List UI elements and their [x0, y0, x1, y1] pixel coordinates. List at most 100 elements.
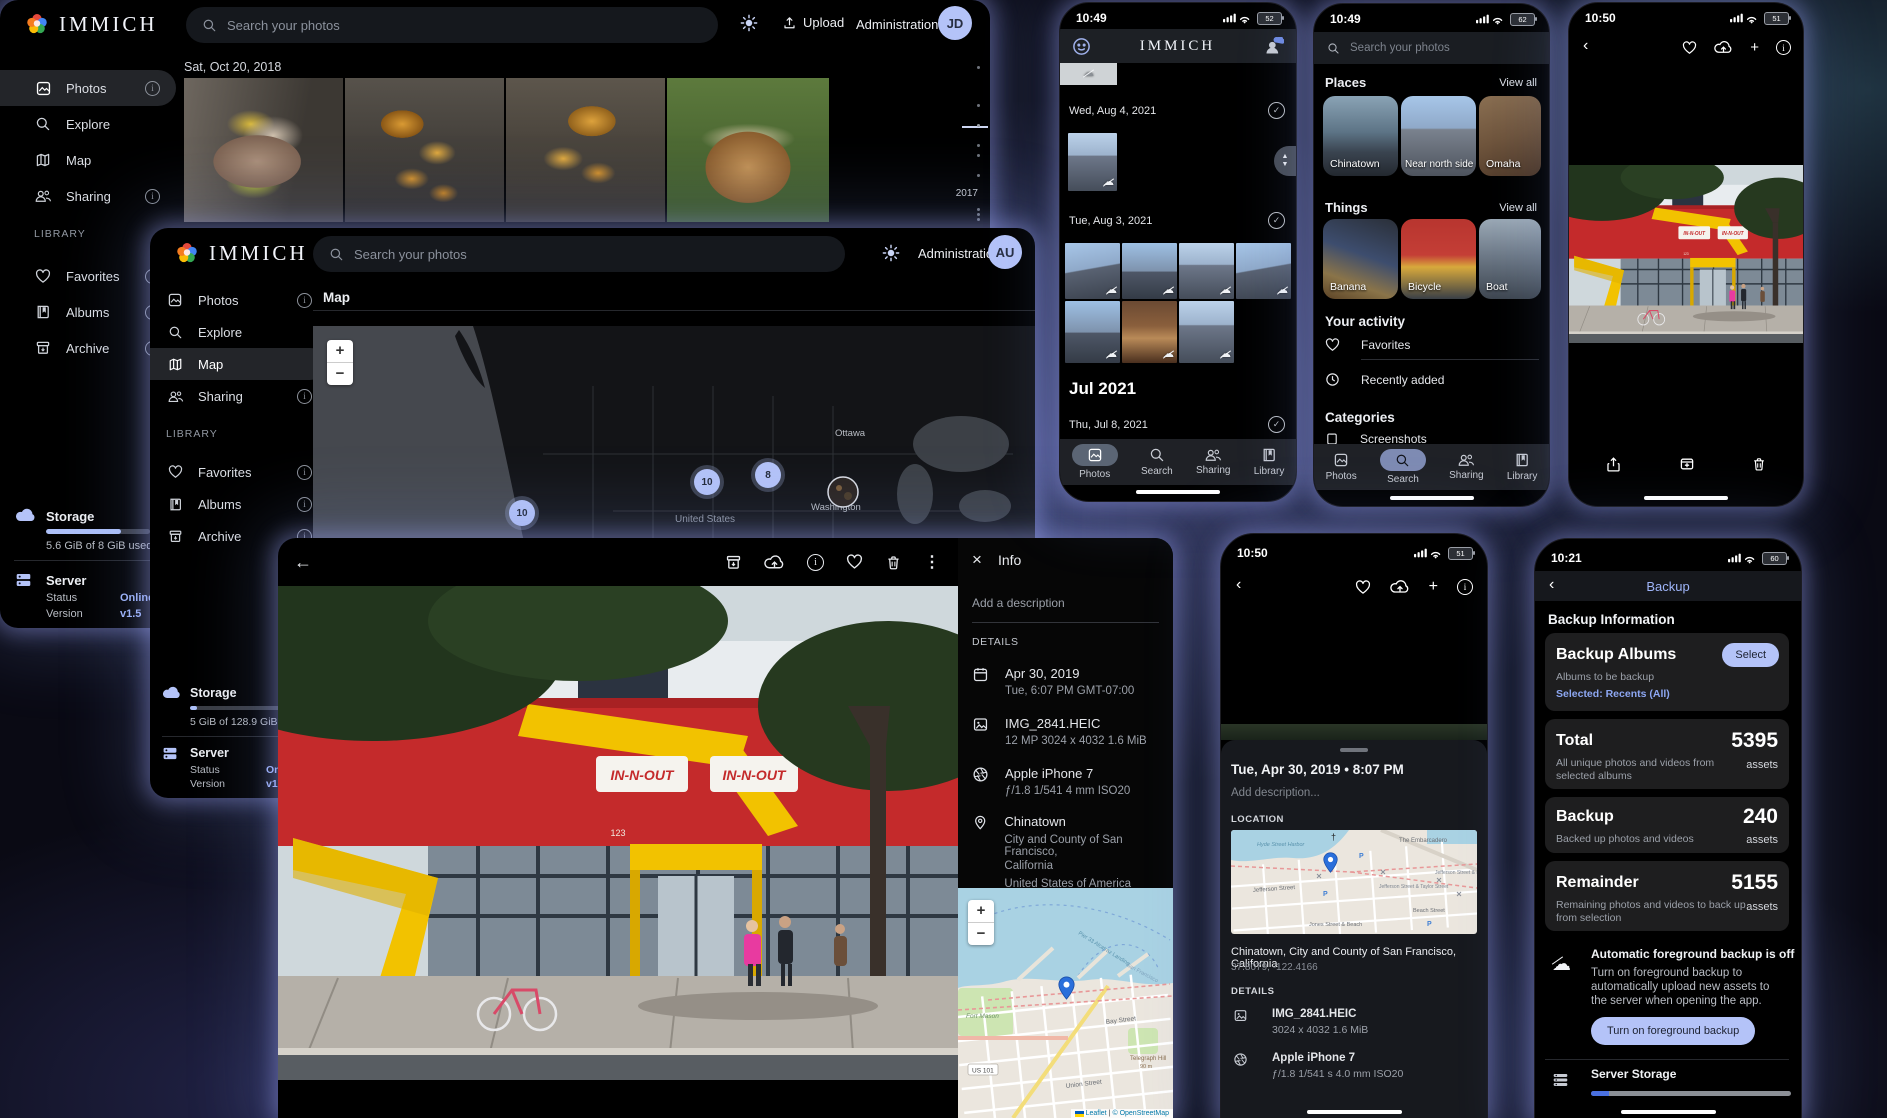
attribution-leaflet-link[interactable]: Leaflet: [1086, 1110, 1107, 1117]
home-indicator[interactable]: [1307, 1110, 1402, 1114]
photo-mushroom-basket[interactable]: [667, 78, 829, 222]
favorite-heart-icon[interactable]: [1682, 41, 1697, 55]
location-map[interactable]: Hyde Street Harbor The Embarcadero Jeffe…: [1231, 830, 1477, 934]
photo-strip-partial[interactable]: [1221, 724, 1487, 740]
archive-plus-icon[interactable]: [1679, 456, 1695, 472]
photo-thumbnail[interactable]: ☁: [1179, 301, 1234, 363]
photo-thumbnail[interactable]: ☁: [1122, 243, 1177, 299]
select-group-check[interactable]: ✓: [1268, 416, 1285, 433]
map-cluster-marker-midwest[interactable]: 10: [694, 469, 720, 495]
photo-mushroom-1[interactable]: [184, 78, 343, 222]
photo-thumbnail[interactable]: ☁: [1068, 133, 1117, 191]
back-arrow-icon[interactable]: ←: [294, 552, 312, 573]
search-input[interactable]: Search your photos: [1314, 32, 1549, 64]
immich-logo[interactable]: IMMICH: [174, 240, 308, 266]
add-plus-icon[interactable]: +: [1429, 578, 1438, 596]
things-view-all-link[interactable]: View all: [1499, 202, 1537, 214]
sidebar-item-map-selected[interactable]: Map: [150, 348, 326, 380]
info-icon[interactable]: i: [1776, 40, 1791, 55]
back-chevron-icon[interactable]: ‹: [1236, 576, 1241, 594]
sidebar-item-sharing[interactable]: Sharing i: [150, 380, 326, 412]
home-indicator[interactable]: [1621, 1110, 1716, 1114]
user-avatar[interactable]: AU: [988, 235, 1022, 269]
place-card-near-north-side[interactable]: Near north side: [1401, 96, 1476, 176]
archive-button-icon[interactable]: [725, 554, 742, 571]
photo-mushroom-2[interactable]: [345, 78, 504, 222]
select-group-check[interactable]: ✓: [1268, 102, 1285, 119]
administration-link[interactable]: Administration: [856, 17, 938, 32]
photo-innout-large[interactable]: [278, 586, 958, 1080]
timeline-drag-scrubber[interactable]: ▲▼: [1274, 146, 1296, 176]
upload-button[interactable]: Upload: [782, 15, 844, 30]
cloud-upload-icon[interactable]: [1714, 41, 1733, 54]
nav-search-selected[interactable]: Search: [1380, 449, 1426, 485]
sidebar-item-photos[interactable]: Photos i: [0, 70, 176, 106]
search-input[interactable]: Search your photos: [313, 236, 845, 272]
select-group-check[interactable]: ✓: [1268, 212, 1285, 229]
description-input[interactable]: Add description...: [1231, 787, 1320, 799]
nav-library[interactable]: Library: [1254, 447, 1285, 477]
photo-mushroom-3[interactable]: [506, 78, 665, 222]
user-avatar[interactable]: JD: [938, 6, 972, 40]
back-chevron-icon[interactable]: ‹: [1583, 37, 1588, 55]
zoom-in-button[interactable]: +: [327, 340, 353, 362]
zoom-in-button[interactable]: +: [968, 900, 994, 922]
favorite-heart-icon[interactable]: [1355, 580, 1371, 595]
close-icon[interactable]: ×: [972, 550, 982, 570]
home-indicator[interactable]: [1136, 490, 1220, 494]
place-card-omaha[interactable]: Omaha: [1479, 96, 1541, 176]
photo-thumbnail[interactable]: ☁: [1065, 243, 1120, 299]
theme-toggle-button[interactable]: [740, 14, 758, 32]
sidebar-item-photos[interactable]: Photos i: [150, 284, 326, 316]
home-indicator[interactable]: [1390, 496, 1474, 500]
backup-cloud-user-icon[interactable]: [1264, 37, 1284, 55]
sidebar-item-explore[interactable]: Explore: [150, 316, 326, 348]
sidebar-item-albums[interactable]: Albums i: [150, 488, 326, 520]
sidebar-item-favorites[interactable]: Favorites i: [150, 456, 326, 488]
delete-trash-icon[interactable]: [885, 554, 902, 571]
nav-photos[interactable]: Photos: [1326, 452, 1357, 482]
mini-map-zoom-control[interactable]: + −: [968, 900, 994, 945]
map-cluster-marker-illinois[interactable]: 8: [755, 462, 781, 488]
immich-logo[interactable]: IMMICH: [24, 11, 158, 37]
place-card-chinatown[interactable]: Chinatown: [1323, 96, 1398, 176]
info-icon[interactable]: i: [807, 554, 824, 571]
photo-thumbnail[interactable]: ☁: [1065, 301, 1120, 363]
nav-library[interactable]: Library: [1507, 452, 1538, 482]
add-plus-icon[interactable]: +: [1750, 39, 1759, 56]
sidebar-item-explore[interactable]: Explore: [0, 106, 176, 142]
zoom-out-button[interactable]: −: [968, 922, 994, 945]
profile-avatar-icon[interactable]: [1072, 37, 1091, 56]
photo-thumbnail[interactable]: ☁: [1122, 301, 1177, 363]
places-view-all-link[interactable]: View all: [1499, 77, 1537, 89]
sidebar-item-map[interactable]: Map: [0, 142, 176, 178]
thing-card-boat[interactable]: Boat: [1479, 219, 1541, 299]
activity-recent-row[interactable]: Recently added: [1325, 372, 1444, 387]
attribution-osm-link[interactable]: © OpenStreetMap: [1112, 1110, 1169, 1117]
delete-trash-icon[interactable]: [1751, 456, 1767, 472]
home-indicator[interactable]: [1644, 496, 1728, 500]
nav-search[interactable]: Search: [1141, 447, 1173, 477]
select-button[interactable]: Select: [1722, 643, 1779, 667]
photo-thumbnail[interactable]: ☁: [1179, 243, 1234, 299]
thing-card-banana[interactable]: Banana: [1323, 219, 1398, 299]
location-mini-map[interactable]: Fort Mason US 101 Bay Street Union Stree…: [958, 888, 1173, 1118]
nav-sharing[interactable]: Sharing: [1196, 448, 1230, 476]
photo-innout-mobile[interactable]: [1569, 165, 1803, 343]
map-zoom-control[interactable]: + −: [327, 340, 353, 385]
sheet-drag-handle[interactable]: [1340, 748, 1368, 752]
nav-photos-selected[interactable]: Photos: [1072, 444, 1118, 480]
photo-thumbnail-partial[interactable]: ☁: [1060, 63, 1117, 85]
cloud-upload-icon[interactable]: [764, 555, 785, 570]
detail-location[interactable]: Chinatown City and County of San Francis…: [972, 814, 1173, 890]
search-input[interactable]: Search your photos: [186, 7, 718, 43]
zoom-out-button[interactable]: −: [327, 362, 353, 385]
share-icon[interactable]: [1605, 456, 1622, 473]
activity-favorites-row[interactable]: Favorites: [1325, 338, 1410, 352]
thing-card-bicycle[interactable]: Bicycle: [1401, 219, 1476, 299]
info-icon[interactable]: i: [1457, 579, 1473, 595]
more-options-kebab-icon[interactable]: ⋮: [924, 552, 940, 572]
map-cluster-marker-california[interactable]: 10: [509, 500, 535, 526]
favorite-heart-icon[interactable]: [846, 554, 863, 570]
nav-sharing[interactable]: Sharing: [1449, 453, 1483, 481]
